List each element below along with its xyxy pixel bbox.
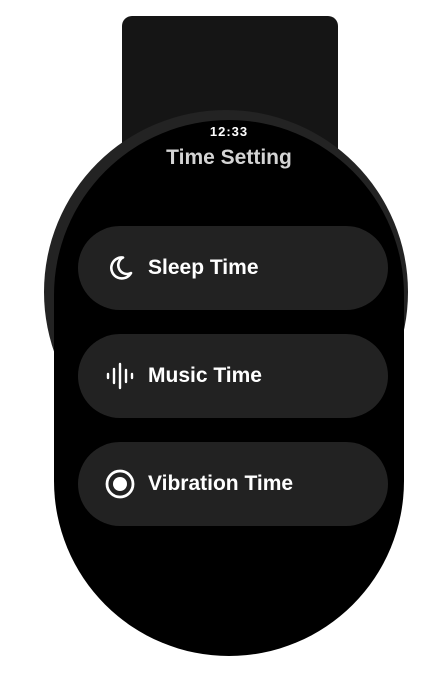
watch-device: 12:33 Time Setting Sleep Time Music Time… <box>0 0 422 674</box>
music-time-label: Music Time <box>148 364 262 387</box>
vibration-time-button[interactable]: Vibration Time <box>78 442 388 526</box>
sound-wave-icon <box>102 358 138 394</box>
sleep-time-label: Sleep Time <box>148 256 259 279</box>
moon-icon <box>102 250 138 286</box>
page-title: Time Setting <box>166 146 292 169</box>
status-time: 12:33 <box>209 124 249 139</box>
music-time-button[interactable]: Music Time <box>78 334 388 418</box>
vibration-icon <box>102 466 138 502</box>
vibration-time-label: Vibration Time <box>148 472 294 495</box>
watch-screen: 12:33 Time Setting Sleep Time Music Time… <box>54 120 404 656</box>
sleep-time-button[interactable]: Sleep Time <box>78 226 388 310</box>
